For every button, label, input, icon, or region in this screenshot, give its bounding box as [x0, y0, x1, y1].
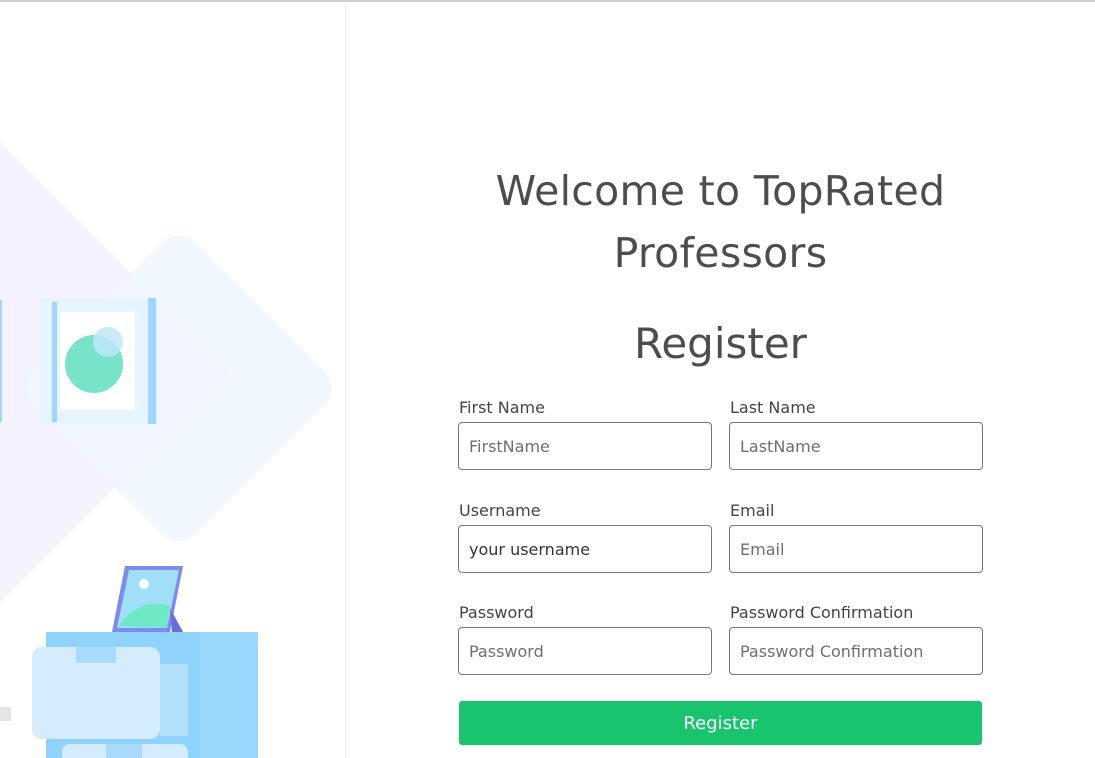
password-group: Password	[458, 603, 712, 675]
first-name-label: First Name	[459, 398, 545, 417]
last-name-input[interactable]	[729, 422, 983, 470]
register-title: Register	[634, 319, 807, 368]
partial-frame	[0, 300, 2, 422]
welcome-line-1: Welcome to TopRated	[495, 167, 946, 215]
office-illustration	[0, 142, 332, 758]
email-label: Email	[730, 501, 775, 520]
email-group: Email	[729, 501, 983, 573]
welcome-heading: Welcome to TopRated Professors	[458, 160, 983, 284]
illustration-panel	[0, 2, 345, 758]
register-form-container: Welcome to TopRated Professors Register …	[458, 160, 983, 745]
password-input[interactable]	[458, 627, 712, 675]
first-name-input[interactable]	[458, 422, 712, 470]
welcome-line-2: Professors	[613, 229, 828, 277]
username-input[interactable]	[458, 525, 712, 573]
password-confirmation-label: Password Confirmation	[730, 603, 914, 622]
panel-divider	[345, 2, 346, 758]
desk-cabinet	[32, 632, 258, 758]
small-block	[0, 707, 11, 721]
last-name-label: Last Name	[730, 398, 816, 417]
password-label: Password	[459, 603, 534, 622]
email-input[interactable]	[729, 525, 983, 573]
username-label: Username	[459, 501, 541, 520]
first-name-group: First Name	[458, 398, 712, 470]
register-button[interactable]: Register	[459, 701, 982, 745]
username-group: Username	[458, 501, 712, 573]
tablet-device	[112, 566, 183, 632]
password-confirmation-input[interactable]	[729, 627, 983, 675]
wall-picture-frame	[40, 298, 157, 424]
password-confirmation-group: Password Confirmation	[729, 603, 983, 675]
last-name-group: Last Name	[729, 398, 983, 470]
